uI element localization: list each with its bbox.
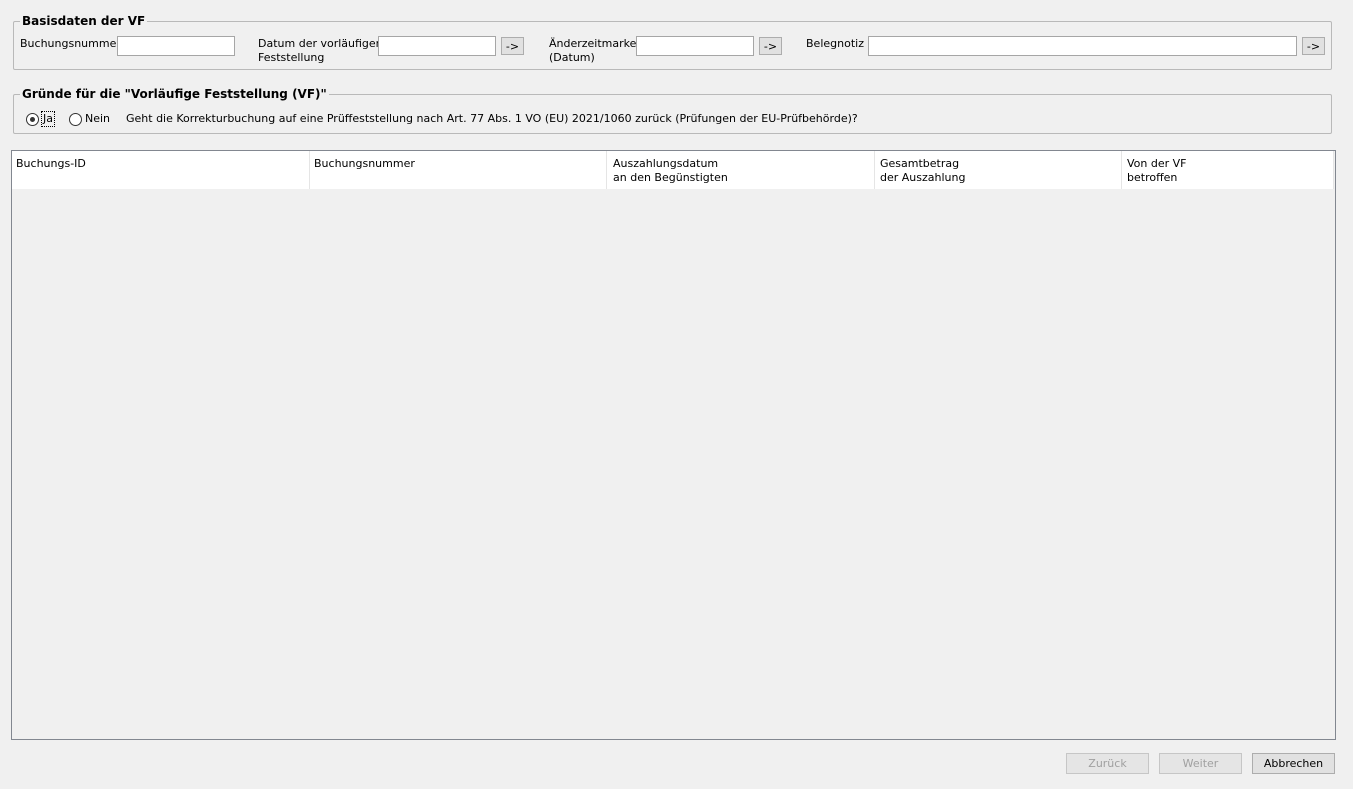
- radio-nein[interactable]: [69, 113, 82, 126]
- buchungsnummer-label: Buchungsnummer: [20, 37, 121, 50]
- radio-ja[interactable]: [26, 113, 39, 126]
- belegnotiz-label: Belegnotiz: [806, 37, 864, 50]
- column-buchungs-id[interactable]: Buchungs-ID: [12, 151, 310, 189]
- aenderzeitmarke-input[interactable]: [636, 36, 754, 56]
- datum-vorlaeufige-feststellung-label: Datum der vorläufigen Feststellung: [258, 37, 383, 64]
- column-buchungsnummer[interactable]: Buchungsnummer: [310, 151, 607, 189]
- belegnotiz-input[interactable]: [868, 36, 1297, 56]
- column-gesamtbetrag[interactable]: Gesamtbetrag der Auszahlung: [875, 151, 1122, 189]
- column-auszahlungsdatum[interactable]: Auszahlungsdatum an den Begünstigten: [607, 151, 875, 189]
- aenderzeitmarke-label: Änderzeitmarke (Datum): [549, 37, 637, 64]
- belegnotiz-arrow-button[interactable]: ->: [1302, 37, 1325, 55]
- datum-arrow-button[interactable]: ->: [501, 37, 524, 55]
- buchungsnummer-input[interactable]: [117, 36, 235, 56]
- abbrechen-button[interactable]: Abbrechen: [1252, 753, 1335, 774]
- pruefung-question: Geht die Korrekturbuchung auf eine Prüff…: [126, 112, 858, 125]
- weiter-button[interactable]: Weiter: [1159, 753, 1242, 774]
- radio-nein-label[interactable]: Nein: [85, 112, 110, 126]
- buchungen-table[interactable]: Buchungs-ID Buchungsnummer Auszahlungsda…: [11, 150, 1336, 740]
- datum-vorlaeufige-feststellung-input[interactable]: [378, 36, 496, 56]
- aenderzeitmarke-arrow-button[interactable]: ->: [759, 37, 782, 55]
- column-von-der-vf-betroffen[interactable]: Von der VF betroffen: [1122, 151, 1334, 189]
- table-body: [12, 189, 1335, 739]
- table-header: Buchungs-ID Buchungsnummer Auszahlungsda…: [12, 151, 1334, 189]
- radio-ja-label[interactable]: Ja: [41, 111, 55, 127]
- basisdaten-title: Basisdaten der VF: [20, 13, 148, 29]
- gruende-title: Gründe für die "Vorläufige Feststellung …: [20, 86, 329, 102]
- zurueck-button[interactable]: Zurück: [1066, 753, 1149, 774]
